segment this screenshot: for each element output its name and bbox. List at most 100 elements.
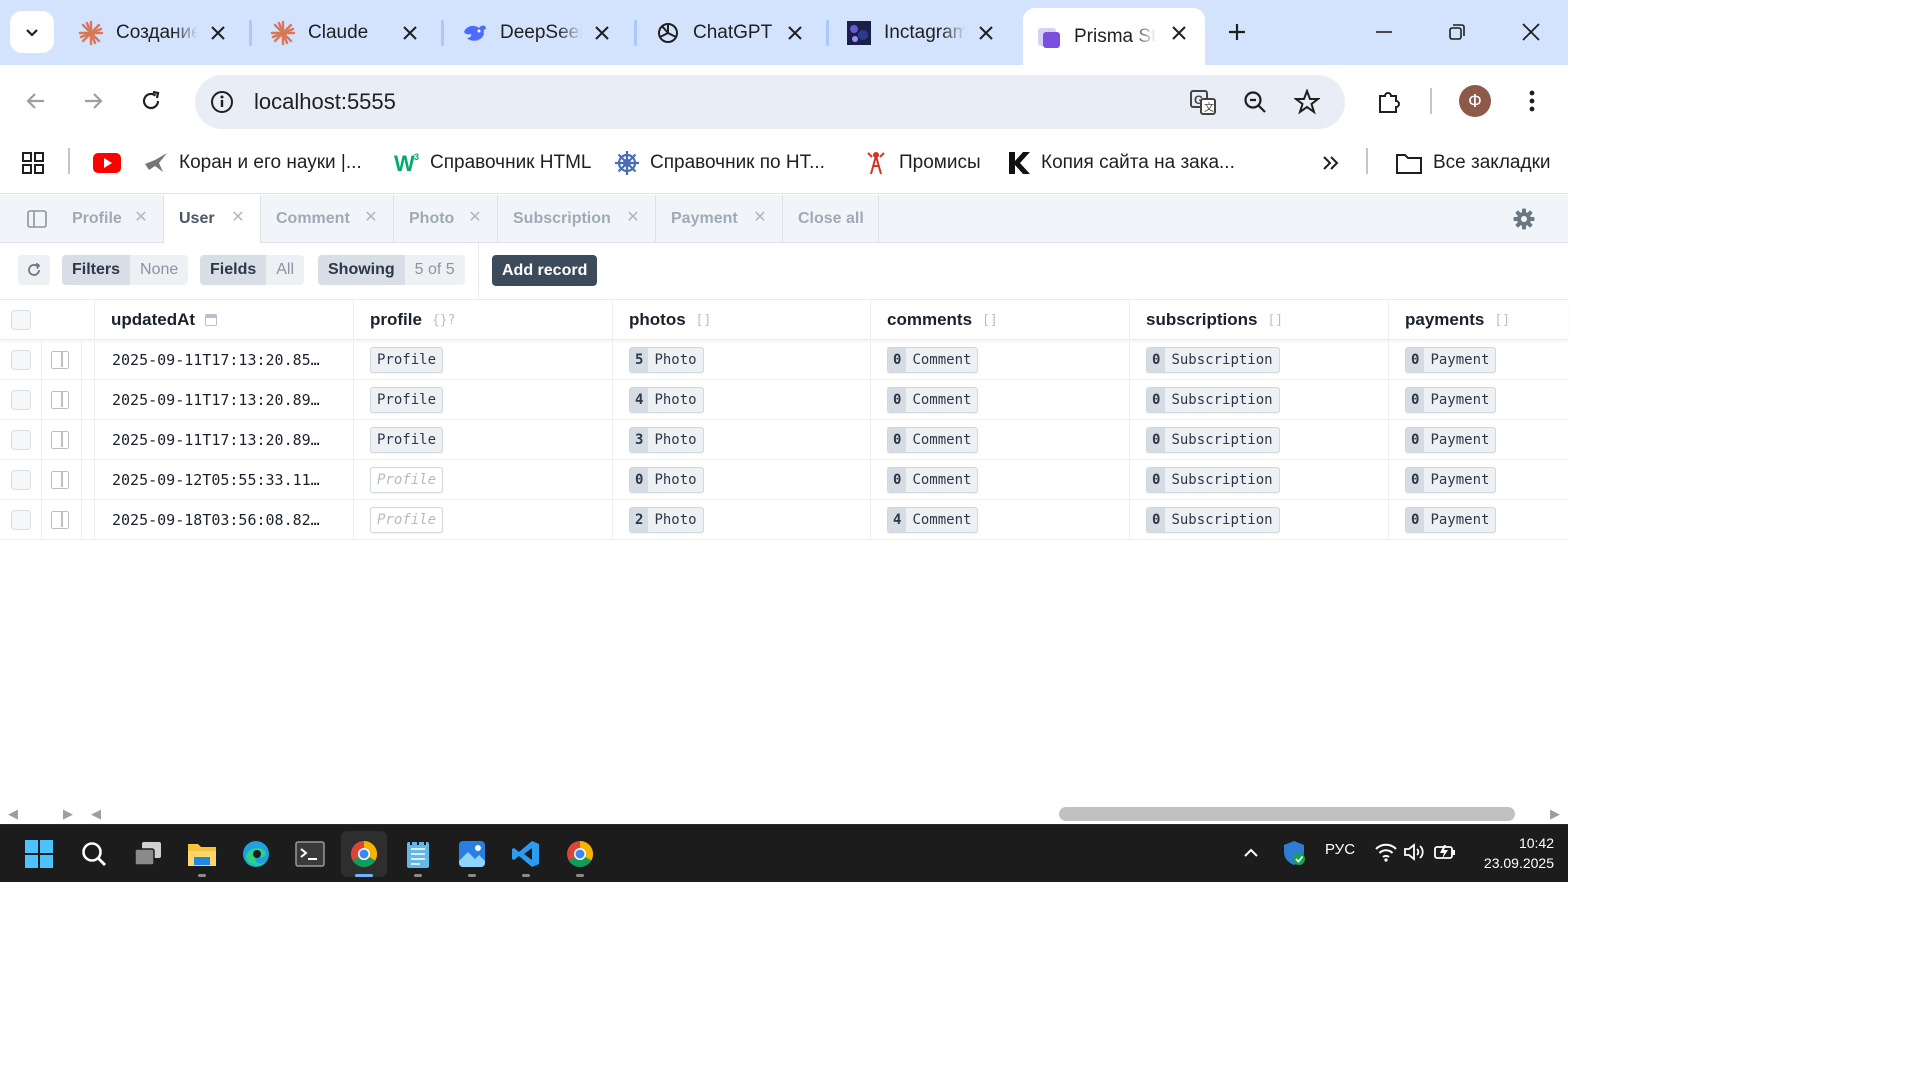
chrome-button[interactable] <box>341 831 387 877</box>
profile-avatar[interactable]: Ф <box>1459 85 1491 117</box>
column-header-updatedAt[interactable]: updatedAt <box>94 300 353 340</box>
address-bar[interactable]: localhost:5555 G文 <box>195 75 1345 129</box>
close-icon[interactable]: ✕ <box>230 210 246 226</box>
extensions-button[interactable] <box>1371 83 1407 119</box>
cell-payments[interactable]: 0 Payment <box>1405 340 1497 380</box>
cell-profile[interactable]: Profile <box>370 340 444 380</box>
bookmark-star-icon[interactable] <box>1293 88 1321 116</box>
column-header-photos[interactable]: photos [] <box>612 300 870 340</box>
relation-count-chip[interactable]: 0 Subscription <box>1146 507 1280 533</box>
notepad-button[interactable] <box>395 831 441 877</box>
table-row[interactable]: 2025-09-12T05:55:33.11… Profile 0 Photo 0 Com… <box>0 460 1568 500</box>
browser-tab-1[interactable]: Claude <box>270 8 422 58</box>
tray-overflow-button[interactable] <box>1241 843 1261 868</box>
browser-tab-2[interactable]: DeepSeek <box>462 8 614 58</box>
cell-updatedAt[interactable]: 2025-09-11T17:13:20.89… <box>112 420 320 460</box>
relation-chip[interactable]: Profile <box>370 427 444 453</box>
studio-tab-comment[interactable]: Comment ✕ <box>261 195 394 242</box>
filters-button[interactable]: Filters None <box>62 255 189 285</box>
chrome-profile-button[interactable] <box>557 831 603 877</box>
cell-updatedAt[interactable]: 2025-09-11T17:13:20.89… <box>112 380 320 420</box>
browser-tab-4[interactable]: Inctagram <box>846 8 998 58</box>
refresh-button[interactable] <box>18 255 50 285</box>
relation-count-chip[interactable]: 0 Photo <box>629 467 704 493</box>
volume-tray-button[interactable] <box>1403 842 1425 867</box>
search-button[interactable] <box>71 831 117 877</box>
scrollbar-thumb[interactable] <box>1059 807 1515 821</box>
open-record-icon[interactable] <box>51 391 69 409</box>
studio-tab-user[interactable]: User ✕ <box>164 195 261 243</box>
cell-payments[interactable]: 0 Payment <box>1405 420 1497 460</box>
cell-subscriptions[interactable]: 0 Subscription <box>1146 420 1280 460</box>
column-header-profile[interactable]: profile {}? <box>353 300 612 340</box>
cell-subscriptions[interactable]: 0 Subscription <box>1146 500 1280 540</box>
cell-subscriptions[interactable]: 0 Subscription <box>1146 460 1280 500</box>
relation-count-chip[interactable]: 0 Comment <box>887 347 979 373</box>
cell-profile[interactable]: Profile <box>370 420 444 460</box>
relation-count-chip[interactable]: 0 Subscription <box>1146 467 1280 493</box>
close-icon[interactable]: ✕ <box>467 210 483 226</box>
defender-tray-button[interactable] <box>1282 840 1306 871</box>
horizontal-scrollbar[interactable]: ◀ ▶ ◀ ▶ <box>0 802 1568 824</box>
table-row[interactable]: 2025-09-11T17:13:20.89… Profile 3 Photo 0 Com… <box>0 420 1568 460</box>
browser-tab-0[interactable]: Создание <box>78 8 230 58</box>
apps-button[interactable] <box>20 149 56 177</box>
cell-comments[interactable]: 0 Comment <box>887 420 979 460</box>
close-all-button[interactable]: Close all <box>783 195 879 242</box>
relation-count-chip[interactable]: 4 Photo <box>629 387 704 413</box>
cell-comments[interactable]: 0 Comment <box>887 380 979 420</box>
close-window-button[interactable] <box>1513 14 1549 50</box>
system-clock[interactable]: 10:42 23.09.2025 <box>1470 833 1554 873</box>
battery-tray-button[interactable] <box>1433 842 1457 867</box>
cell-comments[interactable]: 4 Comment <box>887 500 979 540</box>
relation-count-chip[interactable]: 2 Photo <box>629 507 704 533</box>
zoom-icon[interactable] <box>1241 88 1269 116</box>
bookmark-youtube[interactable] <box>93 149 131 177</box>
relation-count-chip[interactable]: 0 Payment <box>1405 467 1497 493</box>
photos-button[interactable] <box>449 831 495 877</box>
terminal-button[interactable] <box>287 831 333 877</box>
settings-button[interactable] <box>1512 207 1536 231</box>
network-tray-button[interactable] <box>1374 842 1398 867</box>
relation-count-chip[interactable]: 0 Payment <box>1405 387 1497 413</box>
restore-button[interactable] <box>1439 14 1475 50</box>
scroll-left-icon[interactable]: ◀ <box>89 806 103 822</box>
add-record-button[interactable]: Add record <box>492 255 598 286</box>
cell-profile[interactable]: Profile <box>370 500 444 540</box>
cell-photos[interactable]: 4 Photo <box>629 380 704 420</box>
column-header-comments[interactable]: comments [] <box>870 300 1129 340</box>
row-checkbox[interactable] <box>11 430 31 450</box>
back-button[interactable] <box>18 83 54 119</box>
close-tab-icon[interactable] <box>398 21 422 45</box>
relation-count-chip[interactable]: 0 Comment <box>887 387 979 413</box>
reload-button[interactable] <box>133 83 169 119</box>
task-view-button[interactable] <box>125 831 171 877</box>
relation-count-chip[interactable]: 0 Comment <box>887 467 979 493</box>
row-checkbox[interactable] <box>11 350 31 370</box>
table-row[interactable]: 2025-09-11T17:13:20.89… Profile 4 Photo 0 Com… <box>0 380 1568 420</box>
browser-tab-3[interactable]: ChatGPT <box>655 8 807 58</box>
scroll-left-icon[interactable]: ◀ <box>6 806 20 822</box>
tab-search-button[interactable] <box>10 11 54 53</box>
open-record-icon[interactable] <box>51 471 69 489</box>
more-bookmarks-button[interactable] <box>1318 149 1354 177</box>
column-header-subscriptions[interactable]: subscriptions [] <box>1129 300 1388 340</box>
row-checkbox[interactable] <box>11 390 31 410</box>
close-icon[interactable]: ✕ <box>133 210 149 226</box>
language-indicator[interactable]: РУС <box>1325 841 1355 858</box>
file-explorer-button[interactable] <box>179 831 225 877</box>
row-checkbox[interactable] <box>11 470 31 490</box>
translate-icon[interactable]: G文 <box>1189 88 1217 116</box>
close-icon[interactable]: ✕ <box>752 210 768 226</box>
bookmark-5[interactable]: Копия сайта на зака... <box>1005 149 1235 177</box>
relation-chip[interactable]: Profile <box>370 387 444 413</box>
close-tab-icon[interactable] <box>1167 21 1191 45</box>
edge-button[interactable] <box>233 831 279 877</box>
table-row[interactable]: 2025-09-18T03:56:08.82… Profile 2 Photo 4 Com… <box>0 500 1568 540</box>
studio-tab-photo[interactable]: Photo ✕ <box>394 195 498 242</box>
bookmark-4[interactable]: Промисы <box>863 149 981 177</box>
cell-photos[interactable]: 2 Photo <box>629 500 704 540</box>
relation-count-chip[interactable]: 4 Comment <box>887 507 979 533</box>
minimize-button[interactable] <box>1366 14 1402 50</box>
cell-profile[interactable]: Profile <box>370 380 444 420</box>
